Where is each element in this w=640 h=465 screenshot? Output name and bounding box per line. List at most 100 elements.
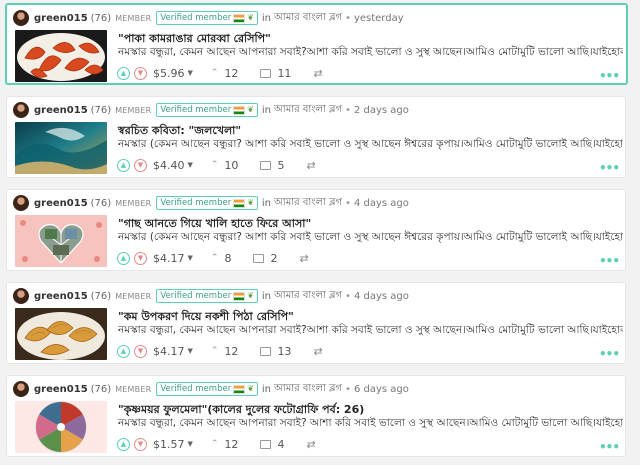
avatar[interactable] xyxy=(13,102,29,118)
post-time[interactable]: 6 days ago xyxy=(354,384,409,395)
upvote-button[interactable]: ▲ xyxy=(117,344,130,358)
comment-icon[interactable] xyxy=(260,68,272,78)
author-name[interactable]: green015 xyxy=(34,291,88,302)
vote-count[interactable]: 12 xyxy=(224,345,238,358)
avatar[interactable] xyxy=(13,10,29,26)
author-reputation: (76) xyxy=(90,290,112,302)
post-thumbnail[interactable] xyxy=(15,401,107,453)
post-thumbnail[interactable] xyxy=(15,122,107,174)
reblog-icon[interactable]: ⇄ xyxy=(313,67,322,80)
comment-icon[interactable] xyxy=(260,160,272,170)
more-dots-icon[interactable]: ••• xyxy=(599,69,620,83)
chevron-down-icon: ▼ xyxy=(137,346,144,355)
community-link[interactable]: আমার বাংলা ব্লগ xyxy=(274,381,342,398)
caret-down-icon[interactable]: ▼ xyxy=(188,69,193,77)
vote-count[interactable]: 10 xyxy=(224,159,238,172)
community-link[interactable]: আমার বাংলা ব্লগ xyxy=(274,195,342,212)
more-dots-icon[interactable]: ••• xyxy=(599,254,620,268)
reblog-icon[interactable]: ⇄ xyxy=(313,345,322,358)
in-label: in xyxy=(261,383,272,395)
more-dots-icon[interactable]: ••• xyxy=(599,347,620,361)
author-name[interactable]: green015 xyxy=(34,105,88,116)
downvote-button[interactable]: ▼ xyxy=(134,158,147,172)
caret-down-icon[interactable]: ▼ xyxy=(188,440,193,448)
post-excerpt[interactable]: নমস্কার (কেমন আছেন বন্ধুরা? আশা করি সবাই… xyxy=(118,137,623,154)
downvote-button[interactable]: ▼ xyxy=(134,344,147,358)
post-excerpt[interactable]: নমস্কার বন্ধুরা, কেমন আছেন আপনারা সবাই? … xyxy=(118,416,623,433)
post-header: green015 (76) MEMBER Verified member ❦ in… xyxy=(13,194,409,212)
avatar[interactable] xyxy=(13,195,29,211)
payout-value[interactable]: $1.57 xyxy=(153,438,185,451)
more-dots-icon[interactable]: ••• xyxy=(599,161,620,175)
post-card[interactable]: green015 (76) MEMBER Verified member ❦ in… xyxy=(6,282,626,364)
comment-icon[interactable] xyxy=(260,439,272,449)
comment-count[interactable]: 5 xyxy=(277,159,284,172)
post-excerpt[interactable]: নমস্কার বন্ধুরা, কেমন আছেন আপনারা সবাই?আ… xyxy=(118,323,623,340)
post-footer: ▲ ▼ $4.17 ▼ ⌃ 12 13 ⇄ ••• xyxy=(117,343,627,361)
payout-value[interactable]: $4.40 xyxy=(153,159,185,172)
avatar[interactable] xyxy=(13,288,29,304)
post-header: green015 (76) MEMBER Verified member ❦ in… xyxy=(13,287,409,305)
post-card[interactable]: green015 (76) MEMBER Verified member ❦ in… xyxy=(5,3,628,85)
downvote-button[interactable]: ▼ xyxy=(134,251,147,265)
comment-icon[interactable] xyxy=(260,346,272,356)
upvote-button[interactable]: ▲ xyxy=(117,437,130,451)
community-link[interactable]: আমার বাংলা ব্লগ xyxy=(274,288,342,305)
india-flag-icon xyxy=(233,105,246,115)
post-card[interactable]: green015 (76) MEMBER Verified member ❦ in… xyxy=(6,189,626,271)
reblog-icon[interactable]: ⇄ xyxy=(306,438,315,451)
comment-count[interactable]: 2 xyxy=(270,252,277,265)
comment-count[interactable]: 4 xyxy=(277,438,284,451)
post-thumbnail[interactable] xyxy=(15,308,107,360)
upvote-button[interactable]: ▲ xyxy=(117,251,130,265)
comment-icon[interactable] xyxy=(253,253,265,263)
post-header: green015 (76) MEMBER Verified member ❦ in… xyxy=(13,380,409,398)
payout-value[interactable]: $5.96 xyxy=(153,67,185,80)
caret-down-icon[interactable]: ▼ xyxy=(188,254,193,262)
member-role: MEMBER xyxy=(115,105,152,115)
post-time[interactable]: yesterday xyxy=(354,13,404,24)
reblog-icon[interactable]: ⇄ xyxy=(299,252,308,265)
reblog-icon[interactable]: ⇄ xyxy=(306,159,315,172)
post-time[interactable]: 2 days ago xyxy=(354,105,409,116)
more-dots-icon[interactable]: ••• xyxy=(599,440,620,454)
post-card[interactable]: green015 (76) MEMBER Verified member ❦ in… xyxy=(6,96,626,178)
member-role: MEMBER xyxy=(115,384,152,394)
author-name[interactable]: green015 xyxy=(34,198,88,209)
leaf-icon: ❦ xyxy=(247,13,254,22)
post-excerpt[interactable]: নমস্কার (কেমন আছেন বন্ধুরা? আশা করি সবাই… xyxy=(118,230,623,247)
post-time[interactable]: 4 days ago xyxy=(354,291,409,302)
post-thumbnail[interactable] xyxy=(15,215,107,267)
chevron-down-icon: ▼ xyxy=(137,160,144,169)
comment-count[interactable]: 13 xyxy=(277,345,291,358)
upvote-button[interactable]: ▲ xyxy=(117,158,130,172)
vote-count[interactable]: 12 xyxy=(224,438,238,451)
downvote-button[interactable]: ▼ xyxy=(134,66,147,80)
author-name[interactable]: green015 xyxy=(34,13,88,24)
post-time[interactable]: 4 days ago xyxy=(354,198,409,209)
in-label: in xyxy=(261,197,272,209)
upvote-button[interactable]: ▲ xyxy=(117,66,130,80)
downvote-button[interactable]: ▼ xyxy=(134,437,147,451)
community-link[interactable]: আমার বাংলা ব্লগ xyxy=(274,102,342,119)
in-label: in xyxy=(261,104,272,116)
avatar[interactable] xyxy=(13,381,29,397)
vote-count[interactable]: 12 xyxy=(224,67,238,80)
payout-value[interactable]: $4.17 xyxy=(153,345,185,358)
vote-count[interactable]: 8 xyxy=(224,252,231,265)
post-excerpt[interactable]: নমস্কার বন্ধুরা, কেমন আছেন আপনারা সবাই?আ… xyxy=(118,45,623,62)
author-name[interactable]: green015 xyxy=(34,384,88,395)
comment-count[interactable]: 11 xyxy=(277,67,291,80)
caret-down-icon[interactable]: ▼ xyxy=(188,161,193,169)
verified-badge: Verified member ❦ xyxy=(156,103,258,117)
author-reputation: (76) xyxy=(90,12,112,24)
post-footer: ▲ ▼ $1.57 ▼ ⌃ 12 4 ⇄ ••• xyxy=(117,436,627,454)
chevron-up-icon: ▲ xyxy=(120,346,127,355)
separator-dot: • xyxy=(345,290,351,302)
payout-value[interactable]: $4.17 xyxy=(153,252,185,265)
community-link[interactable]: আমার বাংলা ব্লগ xyxy=(274,10,342,27)
leaf-icon: ❦ xyxy=(247,198,254,207)
post-thumbnail[interactable] xyxy=(15,30,107,82)
post-card[interactable]: green015 (76) MEMBER Verified member ❦ in… xyxy=(6,375,626,457)
caret-down-icon[interactable]: ▼ xyxy=(188,347,193,355)
